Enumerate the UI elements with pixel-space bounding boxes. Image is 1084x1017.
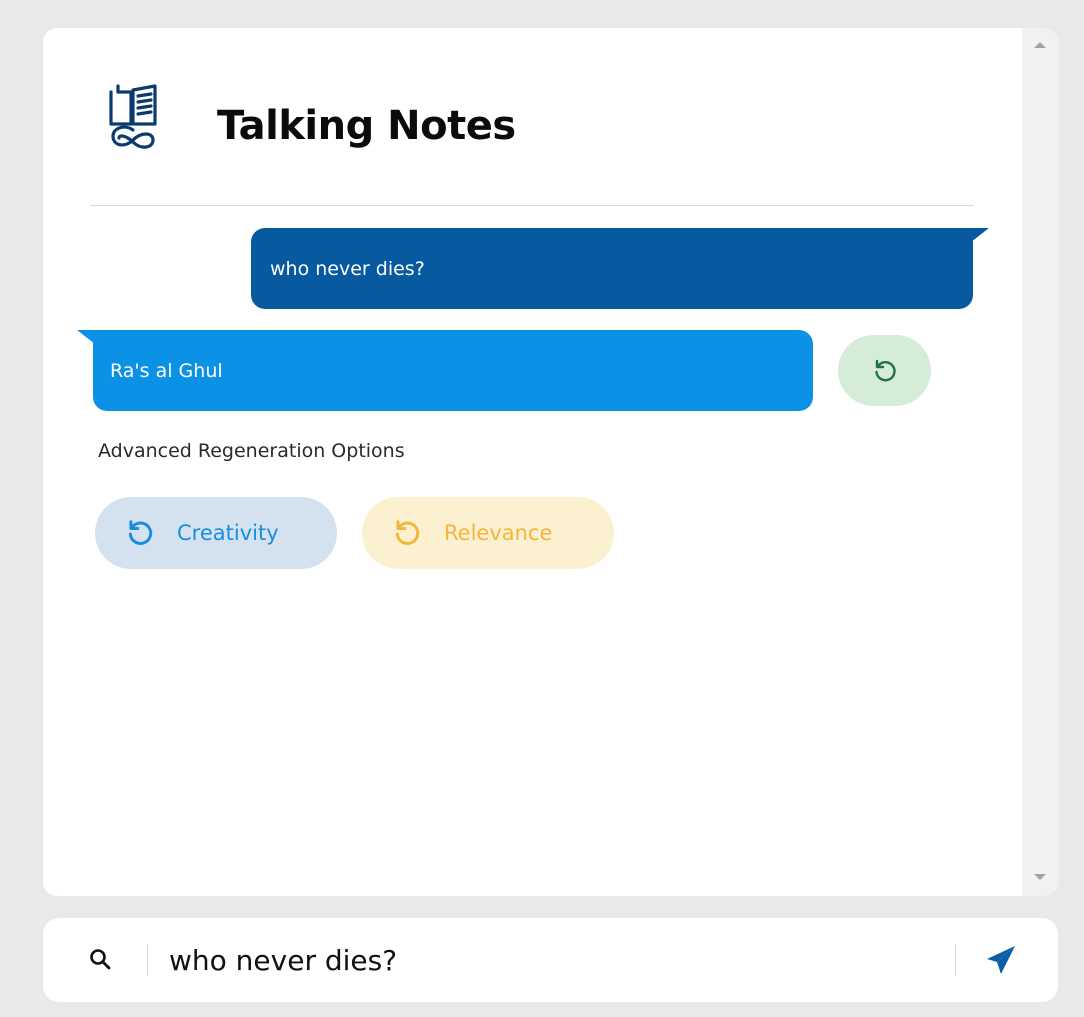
scroll-up-arrow[interactable] <box>1034 42 1046 48</box>
relevance-label: Relevance <box>444 521 553 545</box>
paper-plane-icon[interactable] <box>983 942 1019 978</box>
scrollbar[interactable] <box>1022 28 1058 896</box>
relevance-button[interactable]: Relevance <box>362 497 614 569</box>
creativity-label: Creativity <box>177 521 279 545</box>
bot-reply-text: Ra's al Ghul <box>110 359 223 382</box>
input-separator-left <box>147 944 148 976</box>
chat-panel: Talking Notes who never dies? Ra's al Gh… <box>43 28 1058 896</box>
query-input[interactable] <box>169 936 929 984</box>
bot-reply-bubble: Ra's al Ghul <box>93 330 813 411</box>
user-bubble-tail <box>971 228 989 242</box>
regenerate-button[interactable] <box>838 335 931 406</box>
app-title: Talking Notes <box>217 103 516 149</box>
open-book-infinity-icon <box>109 84 157 149</box>
user-message-bubble: who never dies? <box>251 228 973 309</box>
refresh-icon <box>874 359 896 381</box>
advanced-regeneration-label: Advanced Regeneration Options <box>98 440 405 462</box>
refresh-icon <box>128 520 153 545</box>
refresh-icon <box>395 520 420 545</box>
search-icon <box>90 949 111 970</box>
input-separator-right <box>955 944 956 976</box>
header-divider <box>90 205 974 206</box>
query-bar <box>43 918 1058 1002</box>
scroll-down-arrow[interactable] <box>1034 874 1046 880</box>
creativity-button[interactable]: Creativity <box>95 497 337 569</box>
user-message-text: who never dies? <box>270 257 425 280</box>
app-header: Talking Notes <box>109 84 516 168</box>
